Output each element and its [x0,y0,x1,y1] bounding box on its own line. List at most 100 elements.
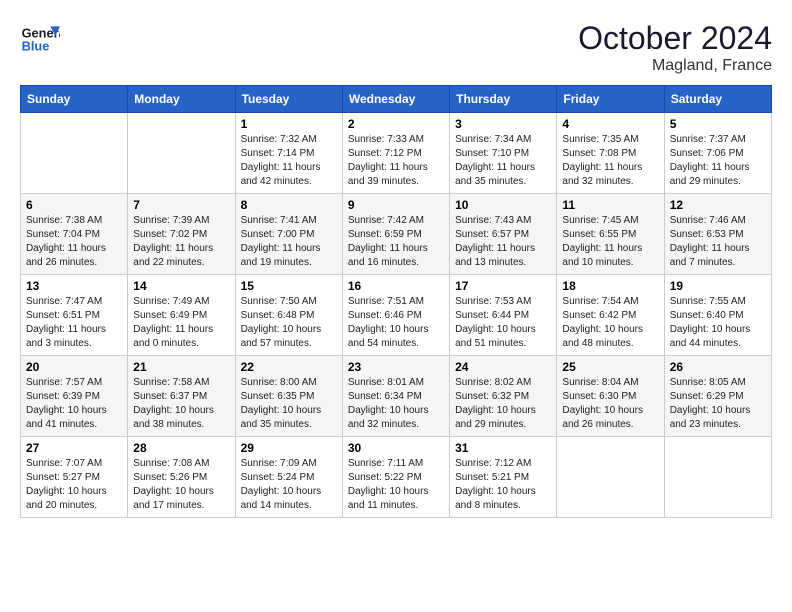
day-info: Sunrise: 7:49 AM Sunset: 6:49 PM Dayligh… [133,295,229,351]
day-info: Sunrise: 8:04 AM Sunset: 6:30 PM Dayligh… [562,376,658,432]
location: Magland, France [578,57,772,75]
day-number: 22 [241,360,337,374]
day-cell: 7 Sunrise: 7:39 AM Sunset: 7:02 PM Daylig… [128,194,235,275]
day-info: Sunrise: 7:11 AM Sunset: 5:22 PM Dayligh… [348,457,444,513]
day-info: Sunrise: 8:02 AM Sunset: 6:32 PM Dayligh… [455,376,551,432]
day-cell: 19Sunrise: 7:55 AM Sunset: 6:40 PM Dayli… [664,275,771,356]
day-number: 8 [241,198,337,212]
day-info: Sunrise: 7:50 AM Sunset: 6:48 PM Dayligh… [241,295,337,351]
day-number: 15 [241,279,337,293]
day-info: Sunrise: 7:33 AM Sunset: 7:12 PM Dayligh… [348,133,444,189]
title-block: October 2024 Magland, France [578,20,772,75]
day-info: Sunrise: 7:47 AM Sunset: 6:51 PM Dayligh… [26,295,122,351]
day-number: 3 [455,117,551,131]
day-number: 11 [562,198,658,212]
day-info: Sunrise: 7:34 AM Sunset: 7:10 PM Dayligh… [455,133,551,189]
day-number: 16 [348,279,444,293]
day-info: Sunrise: 7:39 AM Sunset: 7:02 PM Dayligh… [133,214,229,270]
day-cell: 30 Sunrise: 7:11 AM Sunset: 5:22 PM Dayli… [342,437,449,518]
logo: General Blue [20,20,60,60]
day-cell: 25 Sunrise: 8:04 AM Sunset: 6:30 PM Dayli… [557,356,664,437]
day-cell: 3 Sunrise: 7:34 AM Sunset: 7:10 PM Daylig… [450,113,557,194]
day-cell: 1 Sunrise: 7:32 AM Sunset: 7:14 PM Daylig… [235,113,342,194]
day-number: 4 [562,117,658,131]
day-number: 20 [26,360,122,374]
day-number: 1 [241,117,337,131]
day-number: 17 [455,279,551,293]
day-number: 25 [562,360,658,374]
day-cell: 31 Sunrise: 7:12 AM Sunset: 5:21 PM Dayli… [450,437,557,518]
day-cell: 21 Sunrise: 7:58 AM Sunset: 6:37 PM Dayli… [128,356,235,437]
day-cell: 26Sunrise: 8:05 AM Sunset: 6:29 PM Dayli… [664,356,771,437]
day-number: 31 [455,441,551,455]
day-cell: 27 Sunrise: 7:07 AM Sunset: 5:27 PM Dayli… [21,437,128,518]
day-info: Sunrise: 7:12 AM Sunset: 5:21 PM Dayligh… [455,457,551,513]
day-cell: 20 Sunrise: 7:57 AM Sunset: 6:39 PM Dayli… [21,356,128,437]
day-info: Sunrise: 7:45 AM Sunset: 6:55 PM Dayligh… [562,214,658,270]
col-sunday: Sunday [21,86,128,113]
day-cell: 15 Sunrise: 7:50 AM Sunset: 6:48 PM Dayli… [235,275,342,356]
day-info: Sunrise: 7:07 AM Sunset: 5:27 PM Dayligh… [26,457,122,513]
week-row-4: 20 Sunrise: 7:57 AM Sunset: 6:39 PM Dayli… [21,356,772,437]
day-number: 30 [348,441,444,455]
day-number: 29 [241,441,337,455]
col-saturday: Saturday [664,86,771,113]
day-number: 12 [670,198,766,212]
calendar-body: 1 Sunrise: 7:32 AM Sunset: 7:14 PM Daylig… [21,113,772,518]
day-cell: 6 Sunrise: 7:38 AM Sunset: 7:04 PM Daylig… [21,194,128,275]
day-number: 13 [26,279,122,293]
day-number: 21 [133,360,229,374]
day-info: Sunrise: 7:38 AM Sunset: 7:04 PM Dayligh… [26,214,122,270]
day-cell: 22 Sunrise: 8:00 AM Sunset: 6:35 PM Dayli… [235,356,342,437]
col-tuesday: Tuesday [235,86,342,113]
week-row-5: 27 Sunrise: 7:07 AM Sunset: 5:27 PM Dayli… [21,437,772,518]
day-cell: 8Sunrise: 7:41 AM Sunset: 7:00 PM Daylig… [235,194,342,275]
day-cell: 2 Sunrise: 7:33 AM Sunset: 7:12 PM Daylig… [342,113,449,194]
svg-text:Blue: Blue [22,38,50,53]
day-cell: 4Sunrise: 7:35 AM Sunset: 7:08 PM Daylig… [557,113,664,194]
week-row-1: 1 Sunrise: 7:32 AM Sunset: 7:14 PM Daylig… [21,113,772,194]
day-number: 2 [348,117,444,131]
day-number: 24 [455,360,551,374]
month-title: October 2024 [578,20,772,57]
day-cell: 12 Sunrise: 7:46 AM Sunset: 6:53 PM Dayli… [664,194,771,275]
day-cell: 23 Sunrise: 8:01 AM Sunset: 6:34 PM Dayli… [342,356,449,437]
week-row-2: 6 Sunrise: 7:38 AM Sunset: 7:04 PM Daylig… [21,194,772,275]
day-number: 14 [133,279,229,293]
day-info: Sunrise: 7:32 AM Sunset: 7:14 PM Dayligh… [241,133,337,189]
day-info: Sunrise: 7:57 AM Sunset: 6:39 PM Dayligh… [26,376,122,432]
calendar-header: Sunday Monday Tuesday Wednesday Thursday… [21,86,772,113]
col-wednesday: Wednesday [342,86,449,113]
day-info: Sunrise: 7:42 AM Sunset: 6:59 PM Dayligh… [348,214,444,270]
day-number: 9 [348,198,444,212]
day-number: 27 [26,441,122,455]
day-info: Sunrise: 7:51 AM Sunset: 6:46 PM Dayligh… [348,295,444,351]
day-number: 6 [26,198,122,212]
day-info: Sunrise: 7:58 AM Sunset: 6:37 PM Dayligh… [133,376,229,432]
day-cell: 16 Sunrise: 7:51 AM Sunset: 6:46 PM Dayli… [342,275,449,356]
day-number: 7 [133,198,229,212]
day-cell: 24 Sunrise: 8:02 AM Sunset: 6:32 PM Dayli… [450,356,557,437]
day-info: Sunrise: 7:46 AM Sunset: 6:53 PM Dayligh… [670,214,766,270]
col-friday: Friday [557,86,664,113]
day-cell: 11 Sunrise: 7:45 AM Sunset: 6:55 PM Dayli… [557,194,664,275]
day-info: Sunrise: 8:01 AM Sunset: 6:34 PM Dayligh… [348,376,444,432]
day-number: 28 [133,441,229,455]
day-info: Sunrise: 8:05 AM Sunset: 6:29 PM Dayligh… [670,376,766,432]
calendar-table: Sunday Monday Tuesday Wednesday Thursday… [20,85,772,518]
day-info: Sunrise: 7:54 AM Sunset: 6:42 PM Dayligh… [562,295,658,351]
day-info: Sunrise: 7:37 AM Sunset: 7:06 PM Dayligh… [670,133,766,189]
day-number: 18 [562,279,658,293]
col-monday: Monday [128,86,235,113]
day-cell [664,437,771,518]
day-info: Sunrise: 8:00 AM Sunset: 6:35 PM Dayligh… [241,376,337,432]
day-cell: 14 Sunrise: 7:49 AM Sunset: 6:49 PM Dayli… [128,275,235,356]
day-cell: 5Sunrise: 7:37 AM Sunset: 7:06 PM Daylig… [664,113,771,194]
day-info: Sunrise: 7:43 AM Sunset: 6:57 PM Dayligh… [455,214,551,270]
day-info: Sunrise: 7:53 AM Sunset: 6:44 PM Dayligh… [455,295,551,351]
day-number: 10 [455,198,551,212]
day-cell [557,437,664,518]
day-number: 23 [348,360,444,374]
day-cell: 28Sunrise: 7:08 AM Sunset: 5:26 PM Dayli… [128,437,235,518]
day-info: Sunrise: 7:55 AM Sunset: 6:40 PM Dayligh… [670,295,766,351]
